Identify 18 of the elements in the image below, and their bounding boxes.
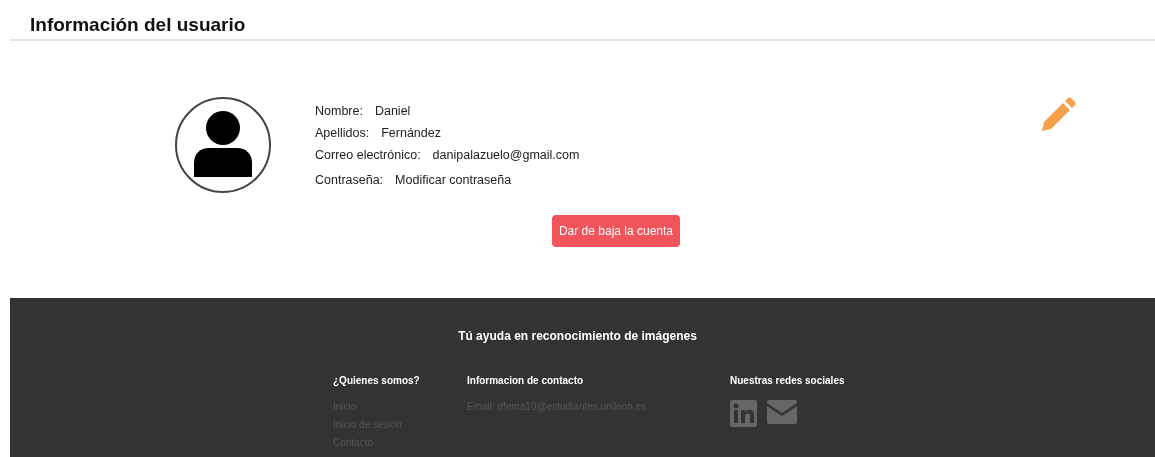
pencil-icon[interactable]	[1039, 96, 1077, 134]
avatar-icon	[175, 97, 271, 193]
footer-heading: Informacion de contacto	[467, 375, 584, 386]
footer-heading: ¿Quienes somos?	[333, 375, 420, 386]
footer-tagline: Tú ayuda en reconocimiento de imágenes	[457, 328, 698, 343]
page-title: Información del usuario	[30, 14, 246, 36]
field-label: Contraseña:	[315, 172, 384, 187]
field-label: Apellidos:	[315, 125, 370, 140]
field-value: danipalazuelo@gmail.com	[432, 147, 580, 162]
field-value: Daniel	[374, 103, 411, 118]
delete-account-button[interactable]: Dar de baja la cuenta	[551, 215, 681, 247]
footer-heading: Nuestras redes sociales	[730, 375, 845, 386]
field-label: Nombre:	[315, 103, 363, 118]
change-password-link[interactable]: Modificar contraseña	[395, 172, 512, 187]
email-icon[interactable]	[767, 400, 797, 424]
field-value: Fernández	[381, 125, 441, 140]
field-label: Correo electrónico:	[315, 147, 421, 162]
linkedin-icon[interactable]	[730, 400, 757, 427]
